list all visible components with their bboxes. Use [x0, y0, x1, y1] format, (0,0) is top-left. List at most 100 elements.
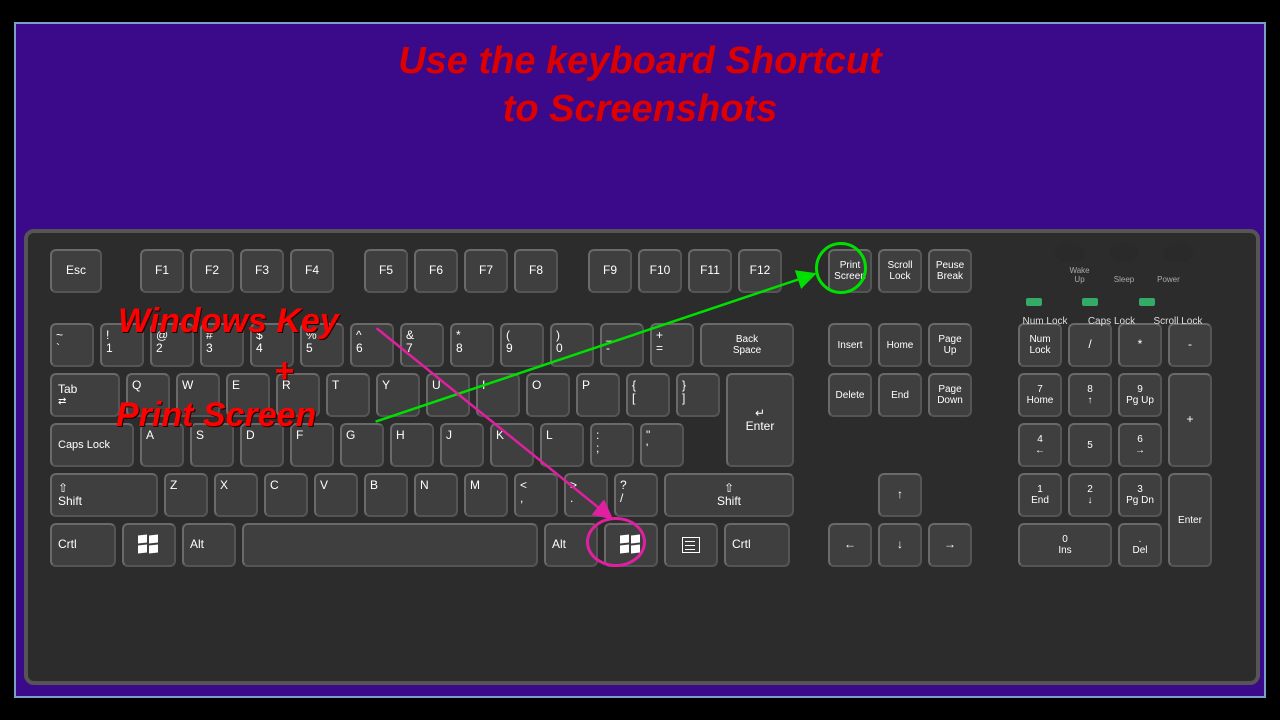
key-home[interactable]: Home	[878, 323, 922, 367]
key-space[interactable]	[242, 523, 538, 567]
power-label: Power	[1148, 275, 1188, 284]
sleep-label: Sleep	[1104, 275, 1144, 284]
key-f7[interactable]: F7	[464, 249, 508, 293]
key-u[interactable]: U	[426, 373, 470, 417]
key-f10[interactable]: F10	[638, 249, 682, 293]
key-num0[interactable]: 0 Ins	[1018, 523, 1112, 567]
key-slash[interactable]: ?/	[614, 473, 658, 517]
key-up[interactable]: ↑	[878, 473, 922, 517]
key-l[interactable]: L	[540, 423, 584, 467]
key-num1[interactable]: 1 End	[1018, 473, 1062, 517]
key-f12[interactable]: F12	[738, 249, 782, 293]
key-tab[interactable]: Tab⇄	[50, 373, 120, 417]
key-num2[interactable]: 2 ↓	[1068, 473, 1112, 517]
key-down[interactable]: ↓	[878, 523, 922, 567]
key-backspace[interactable]: Back Space	[700, 323, 794, 367]
key-rshift[interactable]: ⇧ Shift	[664, 473, 794, 517]
key-v[interactable]: V	[314, 473, 358, 517]
key-b[interactable]: B	[364, 473, 408, 517]
indicator-area: Wake Up Sleep Power Num Lock Caps Lock S…	[1014, 243, 1234, 313]
capslock-label: Caps Lock	[1080, 316, 1142, 327]
key-9[interactable]: (9	[500, 323, 544, 367]
key-end[interactable]: End	[878, 373, 922, 417]
key-num6[interactable]: 6 →	[1118, 423, 1162, 467]
key-num5[interactable]: 5	[1068, 423, 1112, 467]
windows-icon	[138, 535, 160, 555]
annotation-windows-key: Windows Key	[118, 302, 339, 341]
key-delete[interactable]: Delete	[828, 373, 872, 417]
key-t[interactable]: T	[326, 373, 370, 417]
key-rctrl[interactable]: Crtl	[724, 523, 790, 567]
highlight-printscreen-circle	[815, 242, 867, 294]
key-pagedown[interactable]: Page Down	[928, 373, 972, 417]
key-f1[interactable]: F1	[140, 249, 184, 293]
spacer	[564, 249, 582, 293]
key-z[interactable]: Z	[164, 473, 208, 517]
key-g[interactable]: G	[340, 423, 384, 467]
key-m[interactable]: M	[464, 473, 508, 517]
spacer	[340, 249, 358, 293]
key-num8[interactable]: 8 ↑	[1068, 373, 1112, 417]
key-j[interactable]: J	[440, 423, 484, 467]
key-p[interactable]: P	[576, 373, 620, 417]
key-period[interactable]: >.	[564, 473, 608, 517]
key-lshift[interactable]: ⇧ Shift	[50, 473, 158, 517]
key-lctrl[interactable]: Crtl	[50, 523, 116, 567]
key-f4[interactable]: F4	[290, 249, 334, 293]
key-i[interactable]: I	[476, 373, 520, 417]
key-lwin[interactable]	[122, 523, 176, 567]
key-numsub[interactable]: -	[1168, 323, 1212, 367]
key-0[interactable]: )0	[550, 323, 594, 367]
title: Use the keyboard Shortcut to Screenshots	[16, 38, 1264, 133]
key-numlock[interactable]: Num Lock	[1018, 323, 1062, 367]
key-f9[interactable]: F9	[588, 249, 632, 293]
key-quote[interactable]: "'	[640, 423, 684, 467]
key-pageup[interactable]: Page Up	[928, 323, 972, 367]
key-f2[interactable]: F2	[190, 249, 234, 293]
key-numdiv[interactable]: /	[1068, 323, 1112, 367]
key-comma[interactable]: <,	[514, 473, 558, 517]
key-y[interactable]: Y	[376, 373, 420, 417]
annotation-print-screen: Print Screen	[116, 396, 316, 435]
key-o[interactable]: O	[526, 373, 570, 417]
key-n[interactable]: N	[414, 473, 458, 517]
key-minus[interactable]: _-	[600, 323, 644, 367]
key-numenter[interactable]: Enter	[1168, 473, 1212, 567]
capslock-led-icon	[1082, 298, 1098, 306]
key-f6[interactable]: F6	[414, 249, 458, 293]
key-right[interactable]: →	[928, 523, 972, 567]
key-semicolon[interactable]: :;	[590, 423, 634, 467]
key-f11[interactable]: F11	[688, 249, 732, 293]
key-7[interactable]: &7	[400, 323, 444, 367]
key-numdot[interactable]: . Del	[1118, 523, 1162, 567]
key-8[interactable]: *8	[450, 323, 494, 367]
key-lalt[interactable]: Alt	[182, 523, 236, 567]
key-f8[interactable]: F8	[514, 249, 558, 293]
key-left[interactable]: ←	[828, 523, 872, 567]
annotation-plus: +	[274, 352, 294, 391]
key-num9[interactable]: 9 Pg Up	[1118, 373, 1162, 417]
key-k[interactable]: K	[490, 423, 534, 467]
key-insert[interactable]: Insert	[828, 323, 872, 367]
key-backtick[interactable]: ~`	[50, 323, 94, 367]
sleep-button-icon	[1109, 243, 1139, 263]
key-lbracket[interactable]: {[	[626, 373, 670, 417]
key-scrolllock[interactable]: Scroll Lock	[878, 249, 922, 293]
key-rbracket[interactable]: }]	[676, 373, 720, 417]
key-f5[interactable]: F5	[364, 249, 408, 293]
key-num7[interactable]: 7 Home	[1018, 373, 1062, 417]
key-c[interactable]: C	[264, 473, 308, 517]
key-menu[interactable]	[664, 523, 718, 567]
key-num3[interactable]: 3 Pg Dn	[1118, 473, 1162, 517]
key-esc[interactable]: Esc	[50, 249, 102, 293]
key-numadd[interactable]: +	[1168, 373, 1212, 467]
key-num4[interactable]: 4 ←	[1018, 423, 1062, 467]
key-pausebreak[interactable]: Peuse Break	[928, 249, 972, 293]
key-6[interactable]: ^6	[350, 323, 394, 367]
key-equals[interactable]: +=	[650, 323, 694, 367]
key-nummul[interactable]: *	[1118, 323, 1162, 367]
key-f3[interactable]: F3	[240, 249, 284, 293]
key-x[interactable]: X	[214, 473, 258, 517]
key-h[interactable]: H	[390, 423, 434, 467]
key-enter[interactable]: ↵ Enter	[726, 373, 794, 467]
